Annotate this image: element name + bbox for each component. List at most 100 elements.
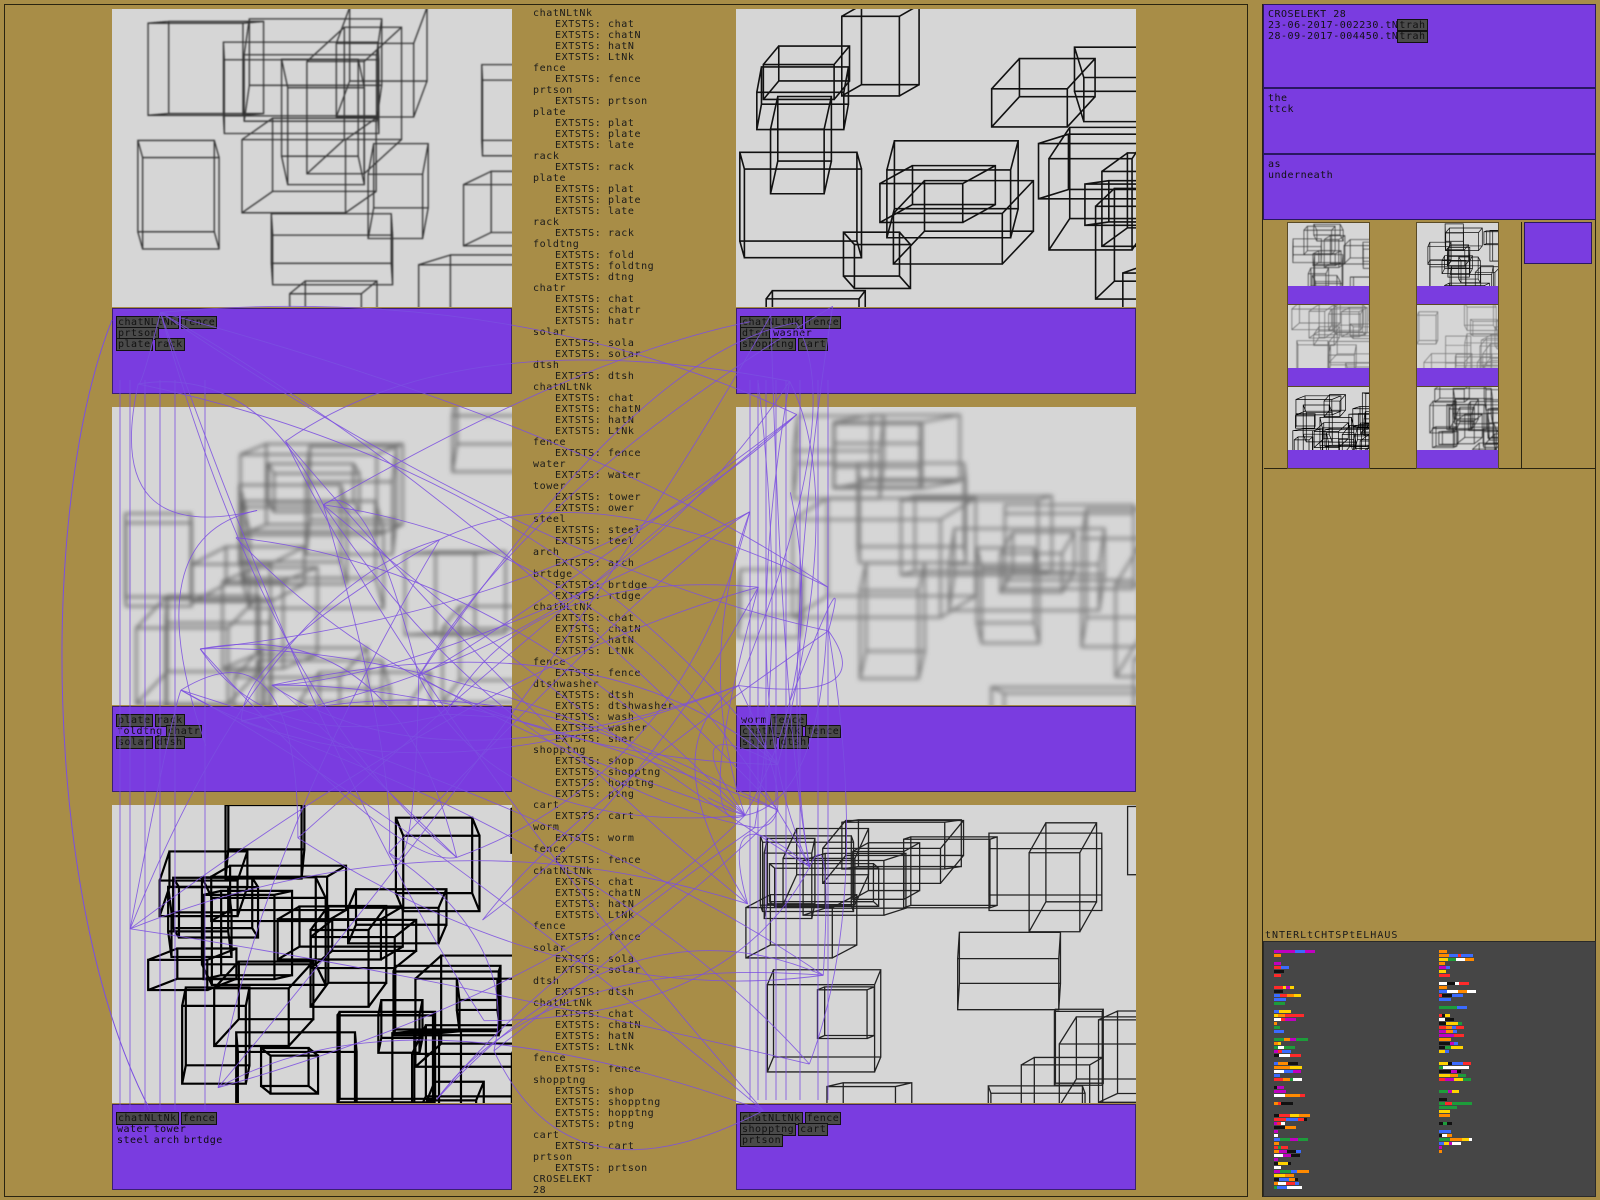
color-bar <box>1297 1170 1309 1173</box>
log-word: fence <box>533 657 567 668</box>
caption-tag: rack <box>154 338 185 351</box>
log-entry: EXTSTS: prtson <box>555 1163 648 1174</box>
caption-word: washer <box>773 328 813 339</box>
thumbnail-4[interactable] <box>1416 304 1499 387</box>
log-entry: EXTSTS: sola <box>555 954 635 965</box>
caption-tag: solar <box>116 736 153 749</box>
log-entry: EXTSTS: chatN <box>555 888 642 899</box>
caption-tag: solar <box>740 736 777 749</box>
color-bar <box>1469 1138 1472 1141</box>
panel-image-6[interactable] <box>736 805 1136 1103</box>
color-bar <box>1447 1122 1452 1125</box>
panel-caption-2: chatNLtNk fence dtsh washer shopptng cart <box>736 308 1136 394</box>
color-bar <box>1450 1074 1458 1077</box>
log-word: worm <box>533 822 560 833</box>
panel-image-4[interactable] <box>736 407 1136 705</box>
color-bar <box>1274 1130 1278 1133</box>
file-item-1[interactable]: 23-06-2017-002230.tNtrah <box>1268 19 1591 32</box>
color-bar <box>1439 1130 1451 1133</box>
thumbnail-image <box>1288 223 1369 286</box>
log-entry: EXTSTS: plate <box>555 129 642 140</box>
color-bar <box>1283 1078 1290 1081</box>
caption-line: shopptng cart <box>739 338 1131 351</box>
caption-line: worm fence <box>741 714 1131 727</box>
color-bar <box>1290 1114 1299 1117</box>
color-bar <box>1290 986 1294 989</box>
color-bar <box>1281 1146 1288 1149</box>
panel-image-2[interactable] <box>736 9 1136 307</box>
color-bar <box>1284 1046 1295 1049</box>
log-entry: EXTSTS: LtNk <box>555 52 635 63</box>
thumbnail-5[interactable] <box>1287 386 1370 469</box>
color-bar <box>1439 990 1447 993</box>
color-bar <box>1274 954 1281 957</box>
color-bar <box>1299 1114 1310 1117</box>
panel-image-5[interactable] <box>112 805 512 1103</box>
color-bar <box>1461 1066 1469 1069</box>
log-entry: EXTSTS: LtNk <box>555 646 635 657</box>
color-bar <box>1456 1026 1464 1029</box>
color-bar <box>1462 1138 1469 1141</box>
log-entry: EXTSTS: rack <box>555 228 635 239</box>
color-bar <box>1295 1182 1299 1185</box>
log-word: steel <box>533 514 567 525</box>
color-bar <box>1443 1066 1450 1069</box>
color-bar <box>1279 1054 1290 1057</box>
color-bar <box>1298 1138 1308 1141</box>
panel-caption-3: plate rack foldtng chatr solar dtsh <box>112 706 512 792</box>
mini-thumbnail[interactable] <box>1524 222 1592 264</box>
color-bar <box>1278 1042 1281 1045</box>
thumbnail-6[interactable] <box>1416 386 1499 469</box>
panel-image-3[interactable] <box>112 407 512 705</box>
caption-line: chatNLtNk fence <box>740 316 1131 329</box>
color-bar <box>1439 966 1446 969</box>
log-word: chatNLtNk <box>533 8 593 19</box>
log-word: fence <box>533 63 567 74</box>
caption-tag: dtsh <box>778 736 809 749</box>
panel-caption-6: chatNLtNk fence shopptng cart prtson <box>736 1104 1136 1190</box>
color-bar <box>1285 1126 1296 1129</box>
color-bar <box>1447 1106 1457 1109</box>
color-bar <box>1304 1118 1307 1121</box>
color-bar <box>1445 1014 1450 1017</box>
color-bar <box>1285 1094 1296 1097</box>
color-bar <box>1274 1002 1285 1005</box>
color-bar <box>1278 1014 1285 1017</box>
color-bar <box>1274 974 1281 977</box>
log-entry: EXTSTS: fence <box>555 74 642 85</box>
thumbnail-3[interactable] <box>1287 304 1370 387</box>
log-entry: EXTSTS: dtsh <box>555 987 635 998</box>
color-bar <box>1274 1090 1286 1093</box>
color-bar <box>1439 950 1447 953</box>
thumbnail-caption <box>1417 368 1498 386</box>
caption-line: water tower <box>117 1124 507 1135</box>
color-bar <box>1296 1038 1308 1041</box>
thumbnail-image <box>1288 305 1369 368</box>
log-word: dtsh <box>533 360 560 371</box>
color-bar <box>1458 990 1467 993</box>
color-bar <box>1274 1118 1286 1121</box>
log-word: fence <box>533 921 567 932</box>
color-bar <box>1439 1090 1448 1093</box>
color-bar <box>1439 1022 1446 1025</box>
log-word: foldtng <box>533 239 580 250</box>
log-entry: EXTSTS: hatr <box>555 316 635 327</box>
thumbnail-2[interactable] <box>1416 222 1499 305</box>
thumbnail-caption <box>1417 450 1498 468</box>
log-entry: EXTSTS: LtNk <box>555 426 635 437</box>
caption-tag: chatNLtNk <box>740 316 803 329</box>
color-bar <box>1439 1146 1442 1149</box>
log-word: chatNLtNk <box>533 998 593 1009</box>
log-word: dtsh <box>533 976 560 987</box>
color-bar <box>1439 1038 1451 1041</box>
color-bar <box>1278 1062 1288 1065</box>
color-bar <box>1439 958 1448 961</box>
panel-image-1[interactable] <box>112 9 512 307</box>
thumbnail-1[interactable] <box>1287 222 1370 305</box>
color-bar <box>1457 1006 1467 1009</box>
color-bar <box>1292 1014 1304 1017</box>
log-entry: EXTSTS: hatN <box>555 899 635 910</box>
file-item-2[interactable]: 28-09-2017-004450.tNtrah <box>1268 30 1591 43</box>
color-bar <box>1274 990 1283 993</box>
log-word: water <box>533 459 567 470</box>
